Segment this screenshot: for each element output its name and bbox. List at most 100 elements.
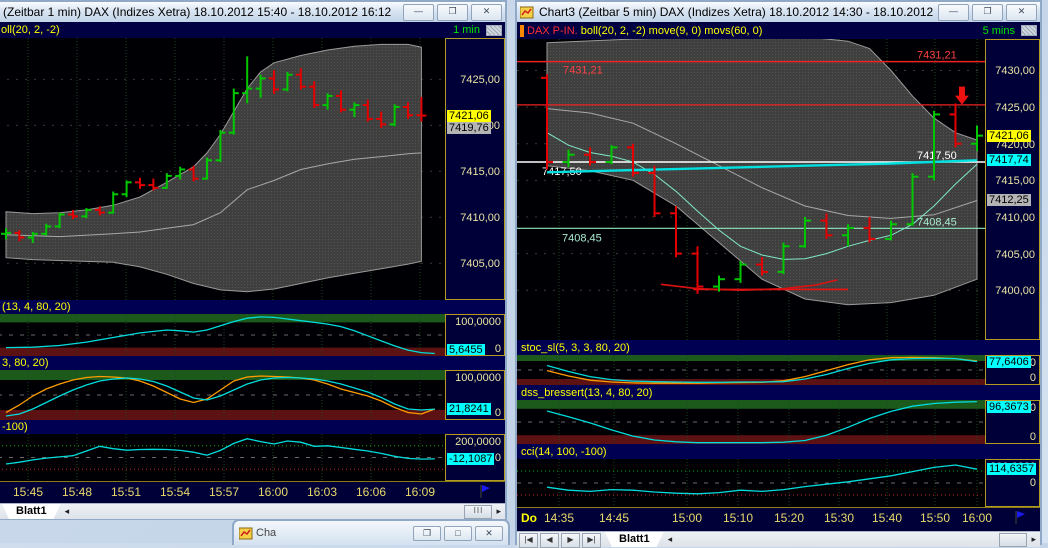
tab-last-button[interactable]: ▶| [582,533,601,548]
indicator-svg [0,434,445,481]
ohlc-bar [135,177,145,189]
price-value-label: 7417,74 [987,154,1031,167]
sell-signal-arrow-icon [954,86,969,105]
indicator-value-label: 96,3673 [987,401,1031,413]
minimize-button[interactable]: — [403,3,434,21]
price-axis[interactable]: 7425,007420,007415,007410,007405,007421,… [445,38,505,300]
time-axis-label: 16:03 [306,485,338,499]
axis-tick-label: 7425,00 [460,74,500,87]
price-value-label: 7419,76 [447,121,491,134]
close-button[interactable]: ✕ [475,525,503,541]
window-title: (Zeitbar 1 min) DAX (Indizes Xetra) 18.1… [3,5,392,19]
indicator-scale-bottom: 0 [1029,431,1036,443]
indicator-plot[interactable] [0,370,445,420]
indicator-scale-bottom: 0 [1029,372,1036,384]
indicator-zone [0,314,445,323]
price-chart-svg [0,38,445,300]
window-icon [238,527,253,540]
bollinger-band [5,43,422,293]
tab-blatt1[interactable]: Blatt1 [605,532,664,547]
indicator-axis: 100,0000077,6406 [985,355,1040,385]
indicator-zone [517,400,985,409]
indicator-svg [517,459,985,507]
time-axis-label: 15:45 [12,485,44,499]
restore-button[interactable]: ❐ [437,3,468,21]
indicator-scale-top: 100,0000 [455,316,501,328]
time-axis-label: 15:00 [671,511,703,525]
symbol-label: DAX P-IN. [527,24,578,37]
restore-button[interactable]: ❐ [972,3,1003,21]
axis-tick-label: 7400,00 [995,285,1035,298]
flag-icon[interactable] [1014,510,1026,530]
time-axis-label: 16:06 [355,485,387,499]
indicator-svg [517,400,985,444]
time-axis: 15:45 15:48 15:51 15:54 15:57 16:00 16:03 16:06… [0,481,505,503]
time-axis: Do 14:35 14:45 15:00 15:10 15:20 15:30 15:40 15… [517,507,1040,531]
price-level-label: 7408,45 [562,232,602,244]
indicator-scale-mid: 0 [494,451,501,464]
splitter-handle[interactable] [1021,25,1037,36]
tab-scroll-right-icon[interactable]: ▸ [1027,532,1040,547]
tab-first-button[interactable]: |◀ [519,533,538,548]
chart-line [546,464,978,495]
price-value-label: 7412,25 [987,194,1031,207]
price-plot[interactable] [0,38,445,300]
indicator-plot[interactable] [0,314,445,356]
time-axis-label: 14:45 [598,511,630,525]
indicator-dss: (13, 4, 80, 20) 100,0000 0 5,6455 [0,300,505,356]
indicator-cci: cci(14, 100, -100) 200,00000114,6357 [517,444,1040,507]
sheet-tabbar: Blatt1 ◂ III ▸ [0,503,505,519]
time-axis-label: 15:20 [773,511,805,525]
axis-tick-label: 7405,00 [460,258,500,271]
price-axis[interactable]: 7430,00 7425,00 7420,00 7415,00 7410,00 7405,… [985,39,1040,340]
flag-icon[interactable] [479,484,491,504]
tab-scroll-left-icon[interactable]: ◂ [664,532,677,547]
time-axis-label: 16:09 [404,485,436,499]
indicator-plot[interactable] [517,355,985,385]
tab-next-button[interactable]: ▶ [561,533,580,548]
splitter-handle[interactable] [486,25,502,36]
hscroll-grip[interactable]: III [464,505,493,519]
window-icon [519,6,534,19]
tab-prev-button[interactable]: ◀ [540,533,559,548]
minimized-chart-window[interactable]: Cha ❐ □ ✕ [232,519,510,545]
minimize-button[interactable]: — [938,3,969,21]
time-axis-label: 15:50 [919,511,951,525]
price-plot[interactable]: 7431,21 7431,21 7417,50 7417,50 7408,45 7408,… [517,39,985,340]
ohlc-bar [670,205,682,258]
maximize-button[interactable]: □ [444,525,472,541]
indicator-header: dss_bressert(13, 4, 80, 20) [517,385,1040,400]
indicator-scale-mid: 0 [1029,477,1036,489]
indicator-axis: 200,0000 0 -12,1087 [445,434,505,481]
ohlc-bar [734,260,747,283]
indicator-dss-bressert: dss_bressert(13, 4, 80, 20) 100,0000096,… [517,385,1040,444]
titlebar[interactable]: (Zeitbar 1 min) DAX (Indizes Xetra) 18.1… [0,2,505,22]
indicator-plot[interactable] [517,459,985,507]
tab-blatt1[interactable]: Blatt1 [2,504,61,519]
indicator-stoc: 3, 80, 20) 100,0000 0 21,8241 [0,356,505,420]
chart-line [5,438,435,465]
indicator-svg [517,355,985,385]
indicator-axis: 100,0000 0 5,6455 [445,314,505,356]
price-level-label: 7431,21 [917,50,957,62]
indicator-value-label: 77,6406 [987,356,1031,368]
indicator-plot[interactable] [0,434,445,481]
study-label: oll(20, 2, -2) [1,24,60,36]
ohlc-bar [148,178,159,191]
time-axis-label: 15:57 [208,485,240,499]
main-chart-row: 7425,007420,007415,007410,007405,007421,… [0,38,505,300]
tab-scroll-left-icon[interactable]: ◂ [61,504,74,519]
time-axis-label: 15:48 [61,485,93,499]
axis-tick-label: 7425,00 [995,102,1035,115]
titlebar[interactable]: Chart3 (Zeitbar 5 min) DAX (Indizes Xetr… [517,2,1040,22]
indicator-header: cci(14, 100, -100) [517,444,1040,459]
restore-button[interactable]: ❐ [413,525,441,541]
close-button[interactable]: ✕ [1006,3,1037,21]
price-value-label: 7421,06 [987,129,1031,142]
tab-scroll-right-icon[interactable]: ▸ [492,504,505,519]
indicator-plot[interactable] [517,400,985,444]
close-button[interactable]: ✕ [471,3,502,21]
indicator-svg [0,314,445,356]
indicator-svg [0,370,445,420]
hscroll-grip[interactable] [999,533,1028,547]
